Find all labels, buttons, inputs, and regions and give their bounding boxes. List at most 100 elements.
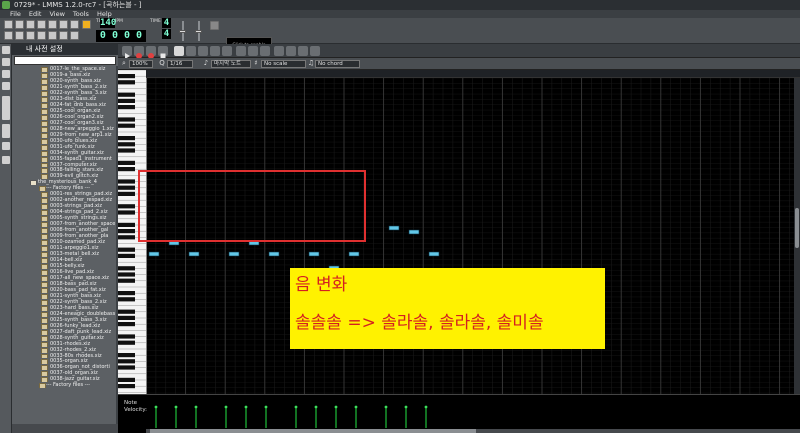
window-title: 0729* - LMMS 1.2.0-rc7 - [곡하는블 - ] (14, 1, 142, 9)
velocity-bar-head (424, 405, 428, 409)
mixer-icon[interactable] (48, 31, 57, 40)
lmms-window: 0729* - LMMS 1.2.0-rc7 - [곡하는블 - ] File … (0, 0, 800, 433)
piano-roll-icon[interactable] (26, 31, 35, 40)
erase-mode-icon[interactable] (186, 46, 196, 56)
new-project-icon[interactable] (4, 20, 13, 29)
time-sig-denominator[interactable]: 4 (162, 29, 171, 39)
velocity-bar-head (174, 405, 178, 409)
piano-keyboard[interactable] (118, 70, 146, 430)
loop-icon[interactable] (310, 46, 320, 56)
velocity-bar-head (354, 405, 358, 409)
black-key (118, 278, 135, 283)
velocity-bar-head (244, 405, 248, 409)
black-key (118, 74, 135, 79)
velocity-bar-head (194, 405, 198, 409)
zoom-icon: ⌕ (122, 59, 126, 67)
preset-browser: 내 사전 설정 0017-le_the_space.xiz 0019-a_bas… (12, 44, 119, 433)
stop-on-end-icon[interactable] (286, 46, 296, 56)
quantize-combo[interactable]: 1/16 (167, 60, 193, 68)
time-sig-numerator[interactable]: 4 (162, 18, 171, 28)
black-key (118, 92, 135, 97)
app-icon (2, 1, 10, 9)
select-mode-icon[interactable] (198, 46, 208, 56)
annotation-box: 음 변화 솔솔솔 => 솔라솔, 솔라솔, 솔미솔 (290, 268, 605, 349)
song-editor-icon[interactable] (4, 31, 13, 40)
cut-icon[interactable] (236, 46, 246, 56)
black-key (118, 98, 135, 103)
audio-meter-icon (210, 21, 219, 30)
record-automation-icon[interactable] (274, 46, 284, 56)
paste-icon[interactable] (260, 46, 270, 56)
my-presets-icon[interactable] (2, 70, 10, 78)
automation-editor-icon[interactable] (37, 31, 46, 40)
my-projects-icon[interactable] (2, 46, 10, 54)
copy-icon[interactable] (248, 46, 258, 56)
browser-search-input[interactable] (14, 56, 116, 65)
master-pitch-knob[interactable] (195, 30, 202, 33)
title-bar: 0729* - LMMS 1.2.0-rc7 - [곡하는블 - ] (0, 0, 800, 10)
menu-view[interactable]: View (49, 10, 64, 18)
recent-projects-icon[interactable] (37, 20, 46, 29)
black-key (118, 297, 135, 302)
note-block (348, 251, 360, 257)
quantize-icon[interactable] (222, 46, 232, 56)
detune-mode-icon[interactable] (210, 46, 220, 56)
black-key (118, 229, 135, 234)
scale-combo[interactable]: No scale (261, 60, 306, 68)
my-home-icon[interactable] (2, 96, 10, 120)
menu-tools[interactable]: Tools (73, 10, 89, 18)
note-block (148, 251, 160, 257)
preset-subfolder[interactable]: --- Factory files --- (12, 382, 116, 389)
black-key (118, 185, 135, 190)
vertical-scrollbar-thumb[interactable] (795, 208, 799, 248)
stop-icon[interactable] (158, 46, 168, 59)
warning-icon[interactable] (82, 20, 91, 29)
velocity-bar-head (384, 405, 388, 409)
favorites-star-icon[interactable] (2, 82, 10, 90)
save-project-icon[interactable] (48, 20, 57, 29)
piano-roll-horizontal-scrollbar[interactable] (146, 429, 800, 433)
black-key (118, 272, 135, 277)
draw-mode-icon[interactable] (174, 46, 184, 56)
record-play-icon[interactable] (146, 46, 156, 59)
browser-title: 내 사전 설정 (12, 44, 118, 55)
piano-roll-toolbar (118, 44, 800, 59)
velocity-bar-head (154, 405, 158, 409)
misc-icon[interactable] (2, 156, 10, 164)
my-samples-icon[interactable] (2, 58, 10, 66)
menu-help[interactable]: Help (97, 10, 112, 18)
play-icon[interactable] (122, 46, 132, 59)
tempo-display[interactable]: 140 (100, 18, 116, 28)
velocity-bar-head (224, 405, 228, 409)
controller-rack-icon[interactable] (59, 31, 68, 40)
piano-roll-options: ⌕ 100% Q 1/16 ♪ 마지막 노트 ♯ No scale ♫ No c… (118, 58, 800, 70)
beat-editor-icon[interactable] (15, 31, 24, 40)
preset-file-list: 0017-le_the_space.xiz 0019-a_bass.xiz 00… (12, 66, 116, 424)
step-record-icon[interactable] (298, 46, 308, 56)
menu-bar: File Edit View Tools Help (0, 10, 800, 18)
menu-edit[interactable]: Edit (29, 10, 42, 18)
note-velocity-panel[interactable]: Note Velocity: (118, 394, 800, 430)
export-project-icon[interactable] (59, 20, 68, 29)
zoom-combo[interactable]: 100% (129, 60, 153, 68)
root-directory-icon[interactable] (2, 124, 10, 138)
master-volume-knob[interactable] (179, 30, 186, 33)
menu-file[interactable]: File (10, 10, 21, 18)
timeline-ruler[interactable] (146, 70, 800, 78)
black-key (118, 235, 135, 240)
horizontal-scrollbar-thumb[interactable] (150, 429, 476, 433)
piano-keys-graphic[interactable] (118, 70, 146, 430)
note-length-combo[interactable]: 마지막 노트 (211, 60, 251, 68)
project-notes-icon[interactable] (70, 31, 79, 40)
note-grid[interactable] (146, 78, 800, 430)
record-icon[interactable] (134, 46, 144, 59)
chord-combo[interactable]: No chord (315, 60, 360, 68)
black-key (118, 322, 135, 327)
black-key (118, 266, 135, 271)
new-from-template-icon[interactable] (15, 20, 24, 29)
piano-roll-vertical-scrollbar[interactable] (794, 78, 800, 394)
velocity-bar-head (264, 405, 268, 409)
open-project-icon[interactable] (26, 20, 35, 29)
computer-icon[interactable] (2, 142, 10, 150)
metronome-icon[interactable] (70, 20, 79, 29)
